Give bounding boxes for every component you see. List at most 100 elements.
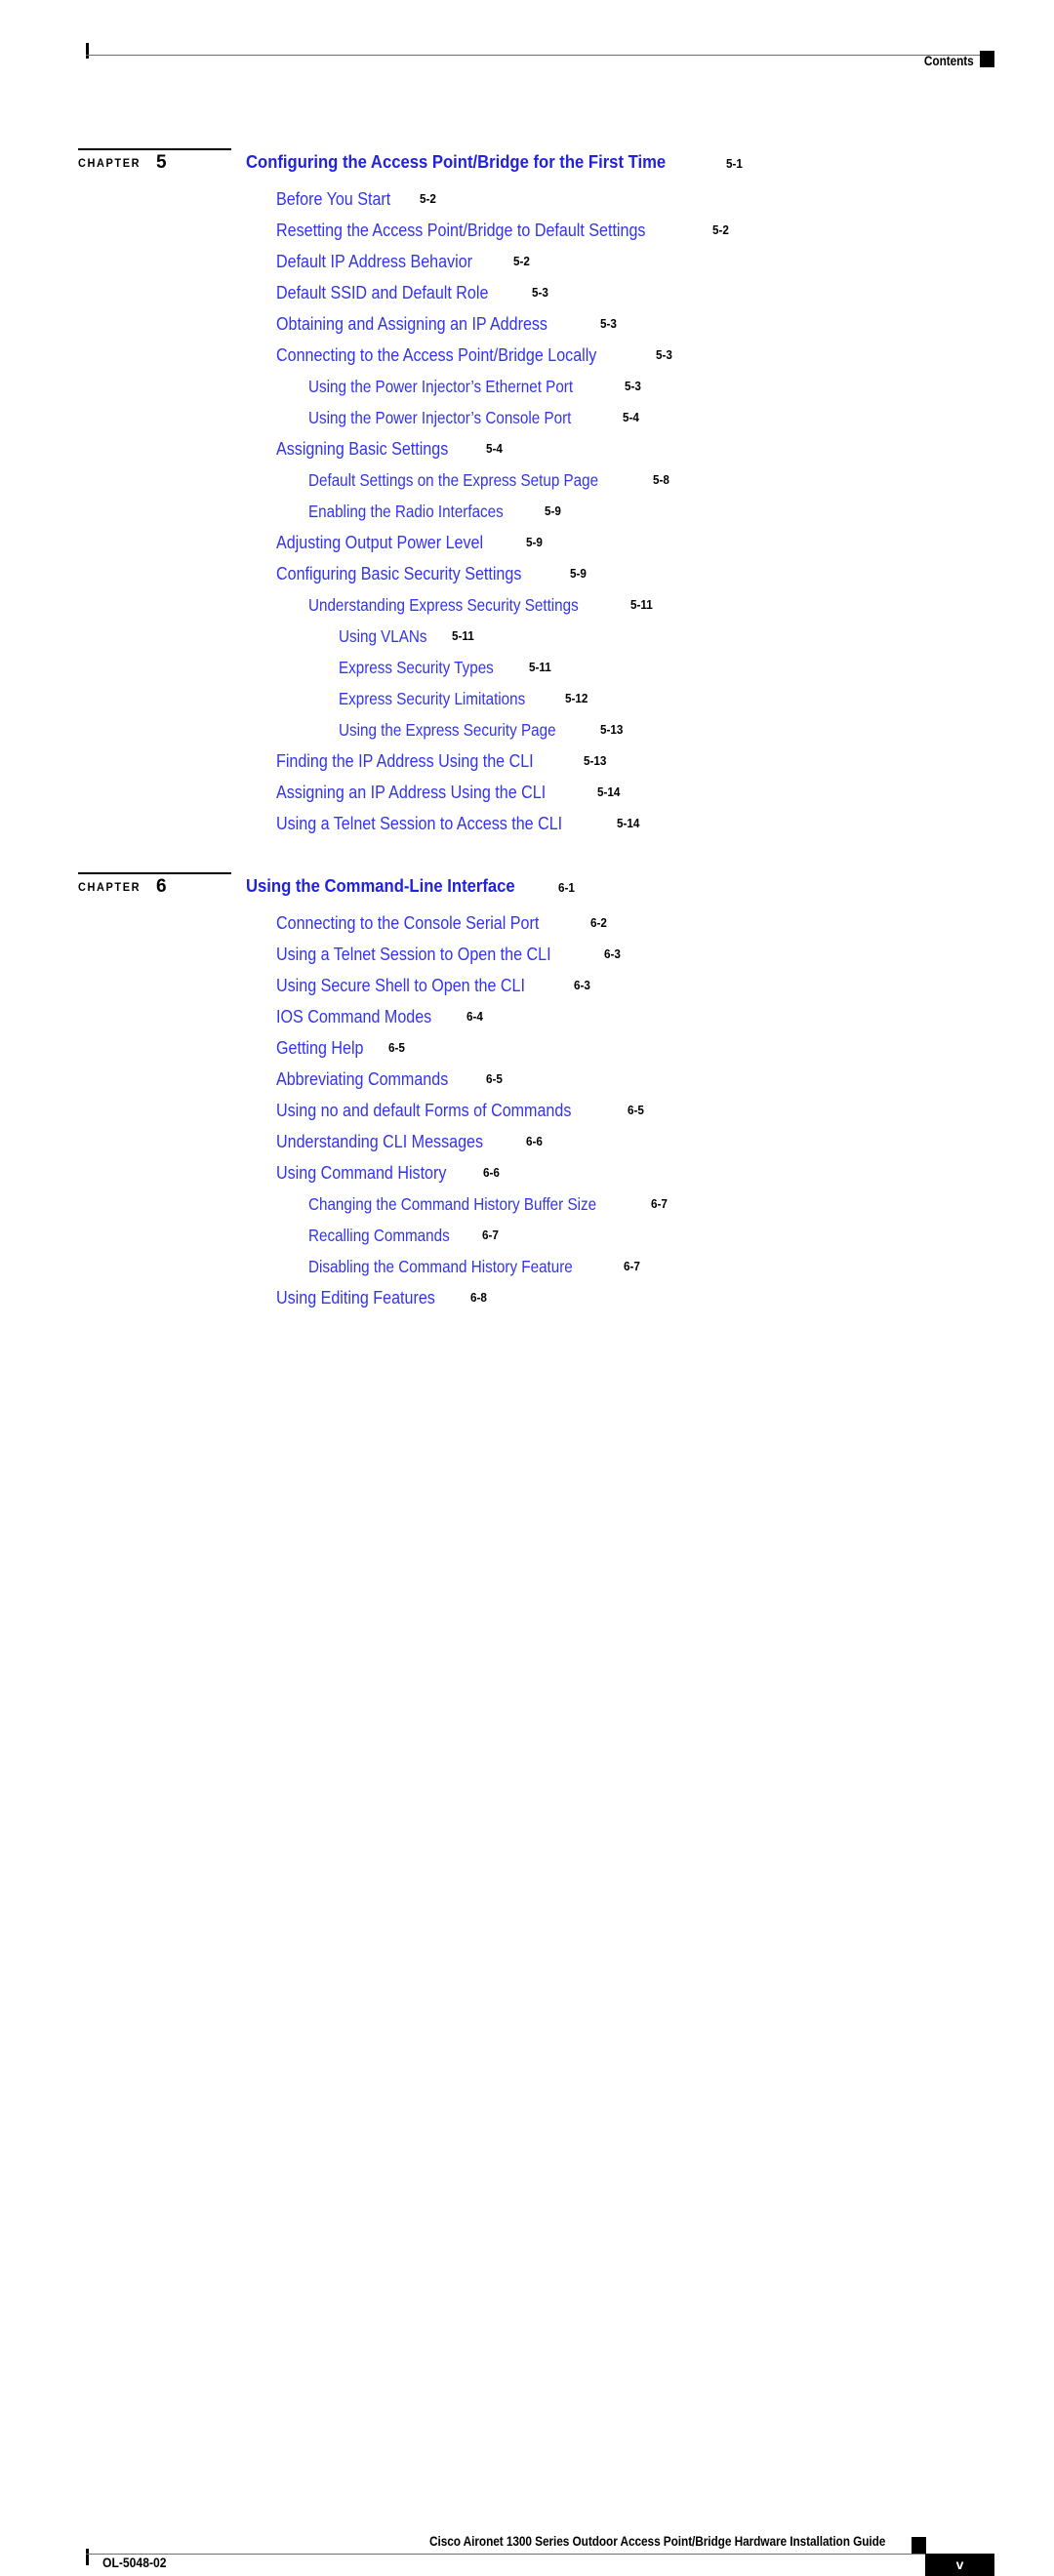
- toc-entry-page-number: 6-5: [387, 1040, 405, 1055]
- chapter-rule: [78, 872, 231, 874]
- toc-entry-link[interactable]: IOS Command Modes: [276, 1001, 431, 1032]
- toc-entry-link[interactable]: Using the Power Injector’s Ethernet Port: [308, 371, 573, 402]
- toc-entry[interactable]: Recalling Commands 6-7: [0, 1220, 1054, 1251]
- toc-entry-link[interactable]: Using no and default Forms of Commands: [276, 1095, 571, 1126]
- toc-entry[interactable]: Express Security Types 5-11: [0, 652, 1054, 683]
- toc-entry-link[interactable]: Assigning an IP Address Using the CLI: [276, 777, 546, 808]
- toc-entry[interactable]: Assigning Basic Settings 5-4: [0, 433, 1054, 464]
- toc-entry-link[interactable]: Using Secure Shell to Open the CLI: [276, 970, 525, 1001]
- toc-entry-link[interactable]: Adjusting Output Power Level: [276, 527, 483, 558]
- toc-entry[interactable]: Default IP Address Behavior 5-2: [0, 246, 1054, 277]
- toc-entry-link[interactable]: Resetting the Access Point/Bridge to Def…: [276, 215, 645, 246]
- toc-entry-page-number: 5-3: [531, 285, 548, 300]
- square-marker-icon: [912, 2537, 926, 2554]
- toc-entry[interactable]: Using the Express Security Page 5-13: [0, 714, 1054, 745]
- chapter-block: CHAPTER 5 Configuring the Access Point/Bri…: [0, 142, 1054, 839]
- toc-entry-link[interactable]: Abbreviating Commands: [276, 1064, 448, 1095]
- chapter-title-link[interactable]: Using the Command-Line Interface: [246, 875, 515, 897]
- toc-entry-page-number: 5-3: [656, 347, 673, 362]
- toc-entry-link[interactable]: Using a Telnet Session to Access the CLI: [276, 808, 562, 839]
- toc-entry-link[interactable]: Configuring Basic Security Settings: [276, 558, 521, 589]
- toc-entry-page-number: 6-2: [589, 915, 607, 930]
- toc-entry[interactable]: Changing the Command History Buffer Size…: [0, 1188, 1054, 1220]
- square-marker-icon: [980, 51, 994, 67]
- toc-entry[interactable]: Configuring Basic Security Settings 5-9: [0, 558, 1054, 589]
- toc-entry[interactable]: Understanding Express Security Settings 5…: [0, 589, 1054, 621]
- toc-entry[interactable]: Resetting the Access Point/Bridge to Def…: [0, 215, 1054, 246]
- chapter-heading[interactable]: CHAPTER 6 Using the Command-Line Interface…: [0, 866, 1054, 907]
- toc-entry-page-number: 6-5: [485, 1071, 503, 1086]
- toc-entry-link[interactable]: Using VLANs: [339, 621, 427, 652]
- toc-entry[interactable]: Before You Start 5-2: [0, 183, 1054, 215]
- toc-entry[interactable]: Obtaining and Assigning an IP Address 5-3: [0, 308, 1054, 340]
- toc-entry[interactable]: IOS Command Modes 6-4: [0, 1001, 1054, 1032]
- toc-entry-link[interactable]: Using the Power Injector’s Console Port: [308, 402, 571, 433]
- chapter-label: CHAPTER: [78, 882, 142, 894]
- toc-entry-page-number: 5-11: [452, 628, 474, 643]
- toc-entry[interactable]: Understanding CLI Messages 6-6: [0, 1126, 1054, 1157]
- toc-entry-link[interactable]: Connecting to the Access Point/Bridge Lo…: [276, 340, 596, 371]
- toc-entry[interactable]: Using no and default Forms of Commands 6-…: [0, 1095, 1054, 1126]
- toc-entry-link[interactable]: Obtaining and Assigning an IP Address: [276, 308, 547, 340]
- toc-entry-link[interactable]: Getting Help: [276, 1032, 363, 1064]
- toc-entry-page-number: 5-3: [624, 379, 641, 393]
- toc-entry-page-number: 6-7: [482, 1228, 500, 1242]
- footer-document-title: Cisco Aironet 1300 Series Outdoor Access…: [429, 2534, 886, 2549]
- toc-entry[interactable]: Adjusting Output Power Level 5-9: [0, 527, 1054, 558]
- toc-entry-link[interactable]: Recalling Commands: [308, 1220, 450, 1251]
- toc-entry-page-number: 5-2: [513, 254, 530, 268]
- toc-entry-link[interactable]: Connecting to the Console Serial Port: [276, 907, 539, 939]
- toc-entry-page-number: 6-6: [525, 1134, 543, 1148]
- chapter-title-row: Using the Command-Line Interface 6-1: [246, 875, 577, 897]
- toc-entry-page-number: 5-14: [616, 816, 640, 830]
- toc-entry[interactable]: Using VLANs 5-11: [0, 621, 1054, 652]
- toc-entry-link[interactable]: Assigning Basic Settings: [276, 433, 448, 464]
- toc-entry[interactable]: Using a Telnet Session to Access the CLI…: [0, 808, 1054, 839]
- toc-entry-page-number: 5-13: [599, 722, 624, 737]
- toc-entry-link[interactable]: Express Security Types: [339, 652, 494, 683]
- toc-entry-page-number: 5-9: [525, 535, 543, 549]
- toc-entry-link[interactable]: Default SSID and Default Role: [276, 277, 488, 308]
- toc-entry[interactable]: Abbreviating Commands 6-5: [0, 1064, 1054, 1095]
- toc-entry[interactable]: Finding the IP Address Using the CLI 5-13: [0, 745, 1054, 777]
- toc-entry-page-number: 6-5: [627, 1103, 644, 1117]
- toc-entry-page-number: 5-12: [564, 691, 588, 705]
- toc-entry[interactable]: Connecting to the Console Serial Port 6-2: [0, 907, 1054, 939]
- toc-entry-link[interactable]: Express Security Limitations: [339, 683, 525, 714]
- toc-entry-page-number: 5-4: [622, 410, 639, 424]
- toc-entry[interactable]: Express Security Limitations 5-12: [0, 683, 1054, 714]
- footer-document-id: OL-5048-02: [102, 2556, 167, 2570]
- toc-entry-link[interactable]: Default Settings on the Express Setup Pa…: [308, 464, 598, 496]
- chapter-block: CHAPTER 6 Using the Command-Line Interface…: [0, 866, 1054, 1313]
- toc-entry-link[interactable]: Finding the IP Address Using the CLI: [276, 745, 534, 777]
- toc-entry[interactable]: Using Command History 6-6: [0, 1157, 1054, 1188]
- chapter-heading[interactable]: CHAPTER 5 Configuring the Access Point/Bri…: [0, 142, 1054, 183]
- toc-entry[interactable]: Getting Help 6-5: [0, 1032, 1054, 1064]
- toc-entry[interactable]: Connecting to the Access Point/Bridge Lo…: [0, 340, 1054, 371]
- toc-entry-link[interactable]: Before You Start: [276, 183, 390, 215]
- chapter-label: CHAPTER: [78, 158, 142, 170]
- toc-entry-page-number: 5-9: [569, 566, 587, 581]
- toc-entry[interactable]: Assigning an IP Address Using the CLI 5-1…: [0, 777, 1054, 808]
- toc-entry-link[interactable]: Enabling the Radio Interfaces: [308, 496, 504, 527]
- toc-entry[interactable]: Default SSID and Default Role 5-3: [0, 277, 1054, 308]
- toc-entry-link[interactable]: Understanding Express Security Settings: [308, 589, 579, 621]
- toc-entry[interactable]: Using Secure Shell to Open the CLI 6-3: [0, 970, 1054, 1001]
- chapter-rule: [78, 148, 231, 150]
- toc-entry-link[interactable]: Using a Telnet Session to Open the CLI: [276, 939, 551, 970]
- toc-entry-page-number: 5-11: [528, 660, 551, 674]
- header-left-tick: [86, 43, 89, 59]
- toc-entry-link[interactable]: Understanding CLI Messages: [276, 1126, 483, 1157]
- toc-entry-link[interactable]: Changing the Command History Buffer Size: [308, 1188, 596, 1220]
- toc-entry[interactable]: Using a Telnet Session to Open the CLI 6-…: [0, 939, 1054, 970]
- toc-entry-link[interactable]: Using the Express Security Page: [339, 714, 556, 745]
- toc-entry[interactable]: Using the Power Injector’s Console Port 5…: [0, 402, 1054, 433]
- toc-entry[interactable]: Default Settings on the Express Setup Pa…: [0, 464, 1054, 496]
- toc-entry-page-number: 5-8: [653, 472, 670, 487]
- toc-entry[interactable]: Using the Power Injector’s Ethernet Port…: [0, 371, 1054, 402]
- chapter-title-link[interactable]: Configuring the Access Point/Bridge for …: [246, 151, 666, 173]
- toc-entry-link[interactable]: Default IP Address Behavior: [276, 246, 472, 277]
- toc-entry-page-number: 6-3: [603, 946, 621, 961]
- toc-entry[interactable]: Enabling the Radio Interfaces 5-9: [0, 496, 1054, 527]
- toc-entry-link[interactable]: Using Command History: [276, 1157, 446, 1188]
